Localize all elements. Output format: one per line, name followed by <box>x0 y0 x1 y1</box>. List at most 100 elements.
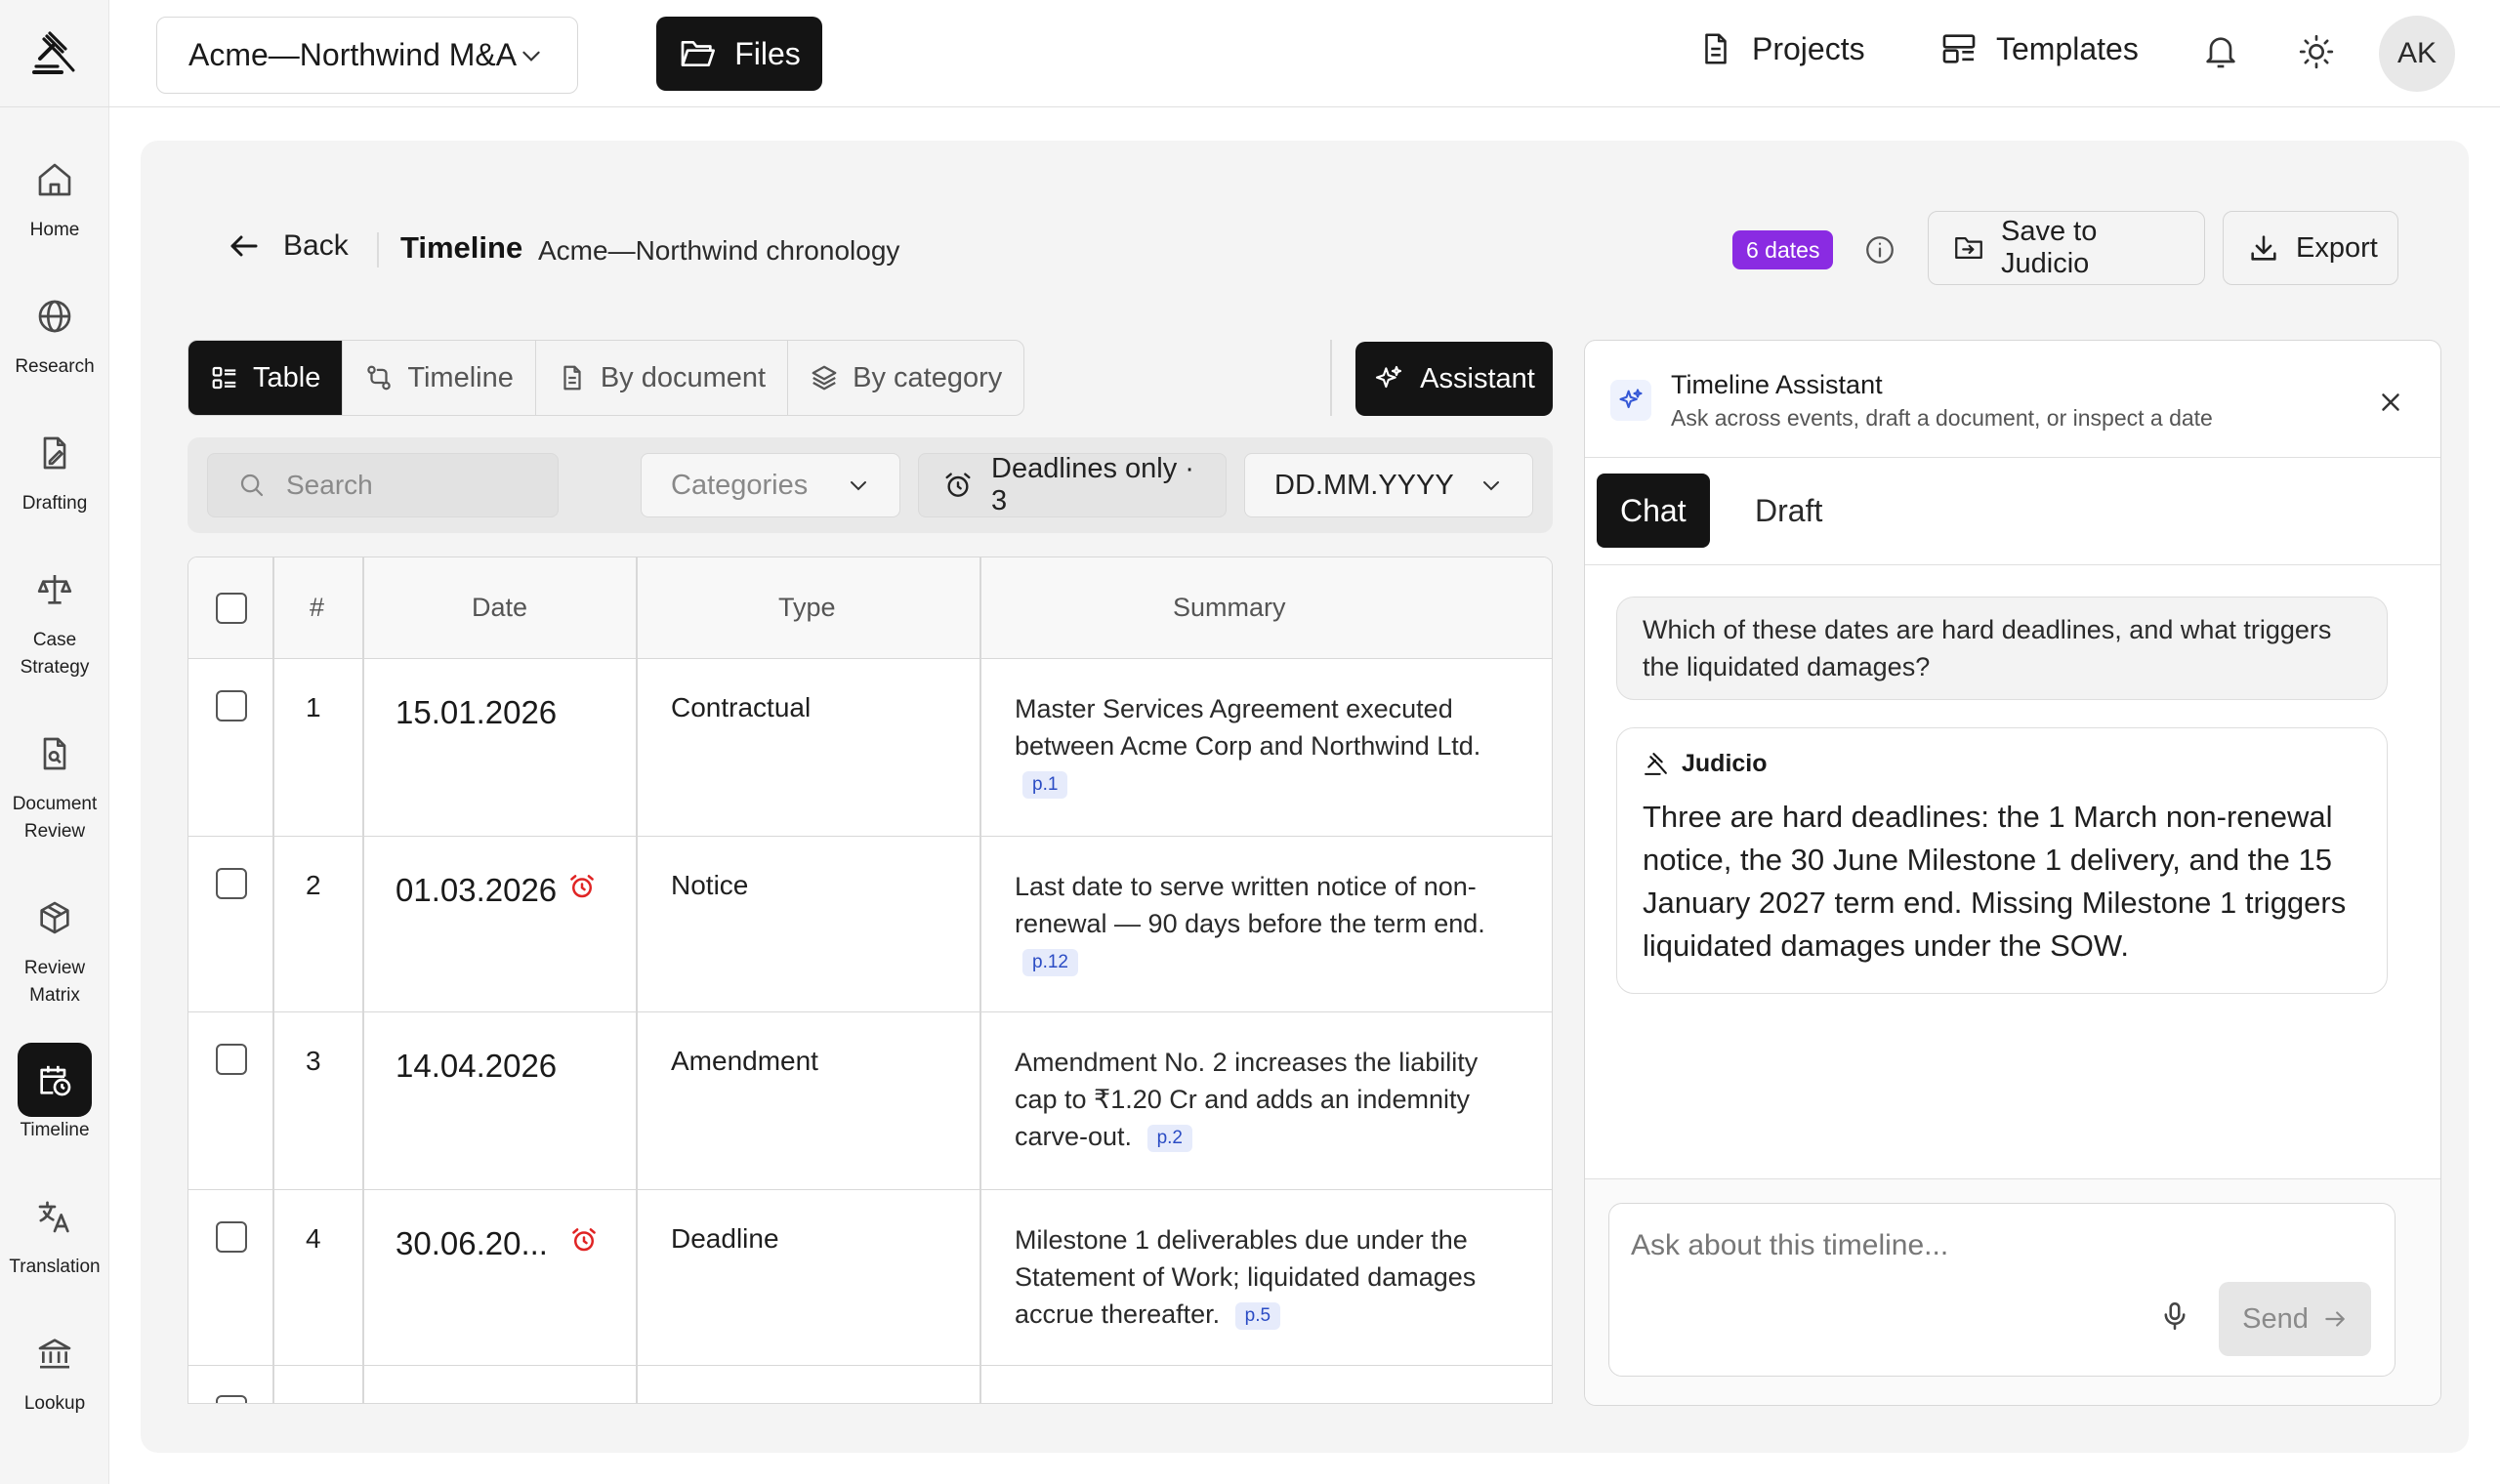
send-button[interactable]: Send <box>2219 1282 2371 1356</box>
sidebar-item-label: Timeline <box>20 1120 90 1140</box>
calendar-clock-icon <box>18 1043 92 1117</box>
export-button[interactable]: Export <box>2223 211 2398 285</box>
sidebar-item-translation[interactable]: Translation <box>0 1179 109 1281</box>
table-row[interactable]: 3 14.04.2026 Amendment Amendment No. 2 i… <box>188 1012 1552 1190</box>
templates-link[interactable]: Templates <box>1939 29 2139 68</box>
page-reference-tag[interactable]: p.1 <box>1022 770 1068 799</box>
back-label: Back <box>283 229 349 262</box>
assistant-name: Judicio <box>1682 750 1768 777</box>
row-checkbox[interactable] <box>216 1221 247 1253</box>
user-message: Which of these dates are hard deadlines,… <box>1616 597 2388 700</box>
date-format-select[interactable]: DD.MM.YYYY <box>1244 453 1533 517</box>
sidebar-item-drafting[interactable]: Drafting <box>0 416 109 517</box>
summary-text: Master Services Agreement executed betwe… <box>1015 694 1481 761</box>
alarm-icon <box>942 470 974 501</box>
assistant-tabs: Chat Draft <box>1585 458 2440 565</box>
document-icon <box>558 363 587 392</box>
dates-count-badge: 6 dates <box>1732 230 1834 269</box>
row-checkbox[interactable] <box>216 690 247 721</box>
categories-select[interactable]: Categories <box>641 453 900 517</box>
gavel-icon <box>1643 751 1670 778</box>
table-row[interactable]: 2 01.03.2026 Notice Last date to serve w… <box>188 837 1552 1012</box>
summary-text: Last date to serve written notice of non… <box>1015 872 1485 938</box>
compose-box[interactable]: Ask about this timeline... Send <box>1608 1203 2396 1377</box>
compose-input[interactable]: Ask about this timeline... <box>1631 1229 1948 1262</box>
table-icon <box>210 363 239 392</box>
sparkles-icon <box>1373 363 1404 394</box>
page-subtitle: Acme—Northwind chronology <box>538 235 900 266</box>
projects-label: Projects <box>1752 30 1865 66</box>
row-number: 1 <box>306 692 321 722</box>
files-button[interactable]: Files <box>656 17 822 91</box>
gavel-logo-icon[interactable] <box>0 0 109 107</box>
assistant-author: Judicio <box>1643 750 2361 778</box>
tab-by-document[interactable]: By document <box>536 341 789 415</box>
search-placeholder: Search <box>286 470 373 500</box>
sidebar-item-label: Home <box>29 220 80 240</box>
project-name: Acme—Northwind M&A <box>188 37 518 72</box>
tab-table[interactable]: Table <box>188 341 344 415</box>
folder-icon <box>678 34 717 73</box>
tab-label: By category <box>853 361 1003 393</box>
assistant-message-text: Three are hard deadlines: the 1 March no… <box>1643 800 2347 963</box>
page-reference-tag[interactable]: p.2 <box>1146 1124 1192 1152</box>
sidebar-item-review-matrix[interactable]: Review Matrix <box>0 881 109 1010</box>
projects-link[interactable]: Projects <box>1697 29 1865 68</box>
table-row[interactable] <box>188 1366 1552 1403</box>
tab-timeline[interactable]: Timeline <box>343 341 536 415</box>
bank-icon <box>18 1316 92 1390</box>
layers-icon <box>810 363 839 392</box>
assistant-header: Timeline Assistant Ask across events, dr… <box>1585 341 2440 458</box>
branch-icon <box>364 363 394 392</box>
row-number: 3 <box>306 1046 321 1076</box>
drafting-icon <box>18 416 92 490</box>
sidebar-item-home[interactable]: Home <box>0 143 109 244</box>
search-input[interactable]: Search <box>207 453 559 517</box>
row-checkbox[interactable] <box>216 1044 247 1075</box>
info-icon[interactable] <box>1863 233 1896 267</box>
column-divider <box>362 557 364 1403</box>
save-to-judicio-button[interactable]: Save to Judicio <box>1928 211 2205 285</box>
folder-import-icon <box>1952 231 1985 265</box>
sun-icon[interactable] <box>2297 32 2336 71</box>
categories-label: Categories <box>671 469 809 501</box>
assistant-subtitle: Ask across events, draft a document, or … <box>1671 405 2213 431</box>
tab-chat[interactable]: Chat <box>1597 474 1710 548</box>
sidebar: Home Research Drafting Case Strategy Doc… <box>0 0 109 1484</box>
templates-label: Templates <box>1996 30 2139 66</box>
topbar: Acme—Northwind M&A Files Projects Templa… <box>109 0 2500 107</box>
sidebar-item-research[interactable]: Research <box>0 279 109 381</box>
bell-icon[interactable] <box>2201 32 2240 71</box>
deadlines-toggle[interactable]: Deadlines only · 3 <box>918 453 1227 517</box>
sidebar-item-document-review[interactable]: Document Review <box>0 717 109 845</box>
view-tabs: Table Timeline By document By category <box>188 340 1025 416</box>
microphone-icon[interactable] <box>2158 1299 2191 1333</box>
tab-by-category[interactable]: By category <box>788 341 1023 415</box>
avatar[interactable]: AK <box>2379 16 2455 92</box>
page-reference-tag[interactable]: p.12 <box>1022 948 1078 976</box>
row-number: 2 <box>306 870 321 900</box>
sidebar-item-lookup[interactable]: Lookup <box>0 1316 109 1418</box>
column-header-type: Type <box>778 593 836 622</box>
back-button[interactable]: Back <box>227 228 349 264</box>
sidebar-item-timeline[interactable]: Timeline <box>0 1043 109 1144</box>
summary-text: Amendment No. 2 increases the liability … <box>1015 1048 1479 1151</box>
select-all-checkbox[interactable] <box>216 593 247 624</box>
sidebar-item-case-strategy[interactable]: Case Strategy <box>0 553 109 681</box>
tab-draft[interactable]: Draft <box>1731 474 1846 548</box>
chevron-down-icon <box>1479 474 1503 497</box>
row-checkbox[interactable] <box>216 1395 247 1403</box>
sparkles-icon <box>1610 380 1651 421</box>
table-row[interactable]: 4 30.06.20... Deadline Milestone 1 deliv… <box>188 1190 1552 1366</box>
close-icon[interactable] <box>2376 388 2405 417</box>
project-select[interactable]: Acme—Northwind M&A <box>156 17 578 94</box>
row-checkbox[interactable] <box>216 868 247 899</box>
assistant-button[interactable]: Assistant <box>1355 342 1553 416</box>
chevron-down-icon <box>847 474 870 497</box>
page-reference-tag[interactable]: p.5 <box>1234 1301 1281 1330</box>
sidebar-item-label: Document Review <box>12 794 98 842</box>
row-date: 30.06.20... <box>396 1225 548 1261</box>
sidebar-item-label: Translation <box>9 1257 101 1277</box>
deadline-alarm-icon <box>567 872 597 901</box>
table-row[interactable]: 1 15.01.2026 Contractual Master Services… <box>188 659 1552 837</box>
